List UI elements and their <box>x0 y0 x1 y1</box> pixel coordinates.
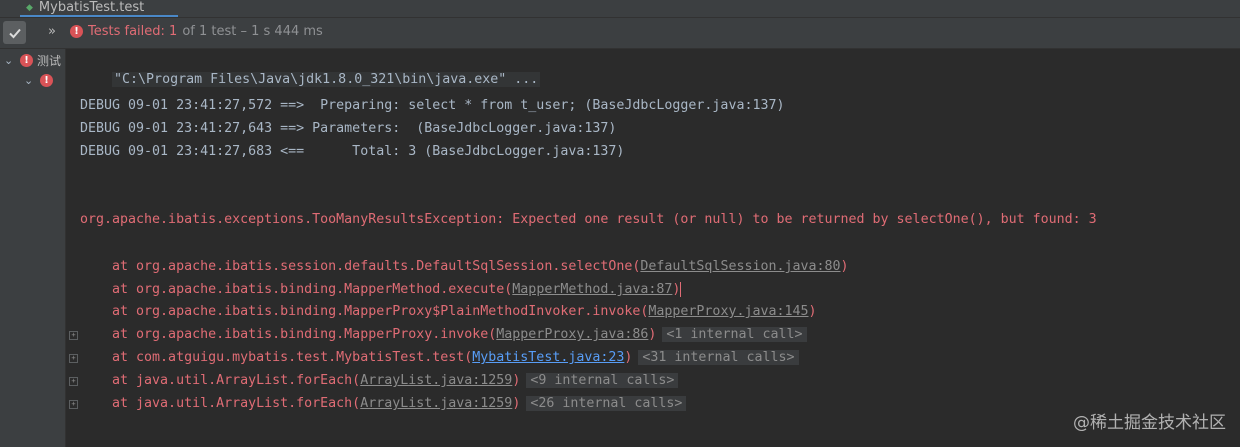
show-passed-toggle[interactable] <box>3 21 26 44</box>
debug-line: DEBUG 09-01 23:41:27,643 ==> Parameters:… <box>80 121 617 136</box>
stack-frame-suffix: ) <box>840 259 849 274</box>
internal-calls-fold[interactable]: <31 internal calls> <box>638 350 799 365</box>
console-output[interactable]: "C:\Program Files\Java\jdk1.8.0_321\bin\… <box>66 49 1240 447</box>
stack-frame-suffix: ) <box>512 373 521 388</box>
stack-frame: at org.apache.ibatis.binding.MapperProxy… <box>80 303 817 321</box>
stack-frame-text: at org.apache.ibatis.binding.MapperProxy… <box>80 327 497 342</box>
source-link[interactable]: ArrayList.java:1259 <box>360 373 512 388</box>
text-caret <box>680 281 682 297</box>
exception-message: org.apache.ibatis.exceptions.TooManyResu… <box>80 212 1097 227</box>
stack-frame: at java.util.ArrayList.forEach(ArrayList… <box>80 372 679 390</box>
source-link[interactable]: MapperMethod.java:87 <box>512 282 672 297</box>
source-link[interactable]: MapperProxy.java:145 <box>648 304 808 319</box>
tree-item-label: 测试 <box>37 54 62 68</box>
stack-frame: at com.atguigu.mybatis.test.MybatisTest.… <box>80 349 799 367</box>
checkmark-icon <box>8 28 21 38</box>
status-summary-text: of 1 test – 1 s 444 ms <box>182 24 323 39</box>
expand-fold-icon[interactable]: + <box>69 331 78 340</box>
stack-frame-text: at java.util.ArrayList.forEach( <box>80 396 361 411</box>
tree-item-root[interactable]: ⌄ ! 测试 <box>4 52 61 69</box>
test-tree: ⌄ ! 测试 ⌄ ! <box>0 49 66 447</box>
error-icon: ! <box>20 54 33 67</box>
stack-frame: at org.apache.ibatis.session.defaults.De… <box>80 258 849 276</box>
stack-frame-suffix: ) <box>672 282 681 297</box>
internal-calls-fold[interactable]: <1 internal call> <box>662 327 807 342</box>
source-link[interactable]: ArrayList.java:1259 <box>360 396 512 411</box>
source-link[interactable]: MapperProxy.java:86 <box>496 327 648 342</box>
tab-mybatis-test[interactable]: ◆ MybatisTest.test <box>20 0 178 17</box>
error-icon: ! <box>70 25 83 38</box>
chevron-down-icon[interactable]: ⌄ <box>4 54 16 67</box>
error-icon: ! <box>40 74 53 87</box>
stack-frame-text: at org.apache.ibatis.binding.MapperMetho… <box>80 282 513 297</box>
source-link[interactable]: MybatisTest.java:23 <box>472 350 624 365</box>
stack-frame: at java.util.ArrayList.forEach(ArrayList… <box>80 395 687 413</box>
stack-frame-suffix: ) <box>808 304 817 319</box>
stack-frame-suffix: ) <box>624 350 633 365</box>
stack-frame-text: at org.apache.ibatis.session.defaults.De… <box>80 259 641 274</box>
stack-frame-text: at org.apache.ibatis.binding.MapperProxy… <box>80 304 649 319</box>
editor-tab-bar: ◆ MybatisTest.test <box>0 0 1240 18</box>
stack-frame: at org.apache.ibatis.binding.MapperMetho… <box>80 281 682 299</box>
tree-item-test[interactable]: ⌄ ! <box>24 74 53 87</box>
internal-calls-fold[interactable]: <26 internal calls> <box>526 396 687 411</box>
source-link[interactable]: DefaultSqlSession.java:80 <box>640 259 840 274</box>
stack-frame-text: at com.atguigu.mybatis.test.MybatisTest.… <box>80 350 473 365</box>
stack-frame-suffix: ) <box>648 327 657 342</box>
watermark: @稀土掘金技术社区 <box>1073 413 1226 433</box>
internal-calls-fold[interactable]: <9 internal calls> <box>526 373 679 388</box>
stack-frame: at org.apache.ibatis.binding.MapperProxy… <box>80 326 807 344</box>
java-command-line[interactable]: "C:\Program Files\Java\jdk1.8.0_321\bin\… <box>112 72 541 87</box>
status-failed-text: Tests failed: 1 <box>88 24 178 39</box>
expand-fold-icon[interactable]: + <box>69 400 78 409</box>
test-toolbar: » ! Tests failed: 1 of 1 test – 1 s 444 … <box>0 18 1240 49</box>
chevron-down-icon[interactable]: ⌄ <box>24 74 36 87</box>
test-status: ! Tests failed: 1 of 1 test – 1 s 444 ms <box>70 24 323 39</box>
stack-frame-suffix: ) <box>512 396 521 411</box>
run-config-icon: ◆ <box>26 2 33 13</box>
debug-line: DEBUG 09-01 23:41:27,572 ==> Preparing: … <box>80 98 785 113</box>
more-actions-chevron[interactable]: » <box>48 24 56 39</box>
expand-fold-icon[interactable]: + <box>69 377 78 386</box>
expand-fold-icon[interactable]: + <box>69 354 78 363</box>
tab-title: MybatisTest.test <box>38 0 145 15</box>
stack-frame-text: at java.util.ArrayList.forEach( <box>80 373 361 388</box>
debug-line: DEBUG 09-01 23:41:27,683 <== Total: 3 (B… <box>80 144 625 159</box>
